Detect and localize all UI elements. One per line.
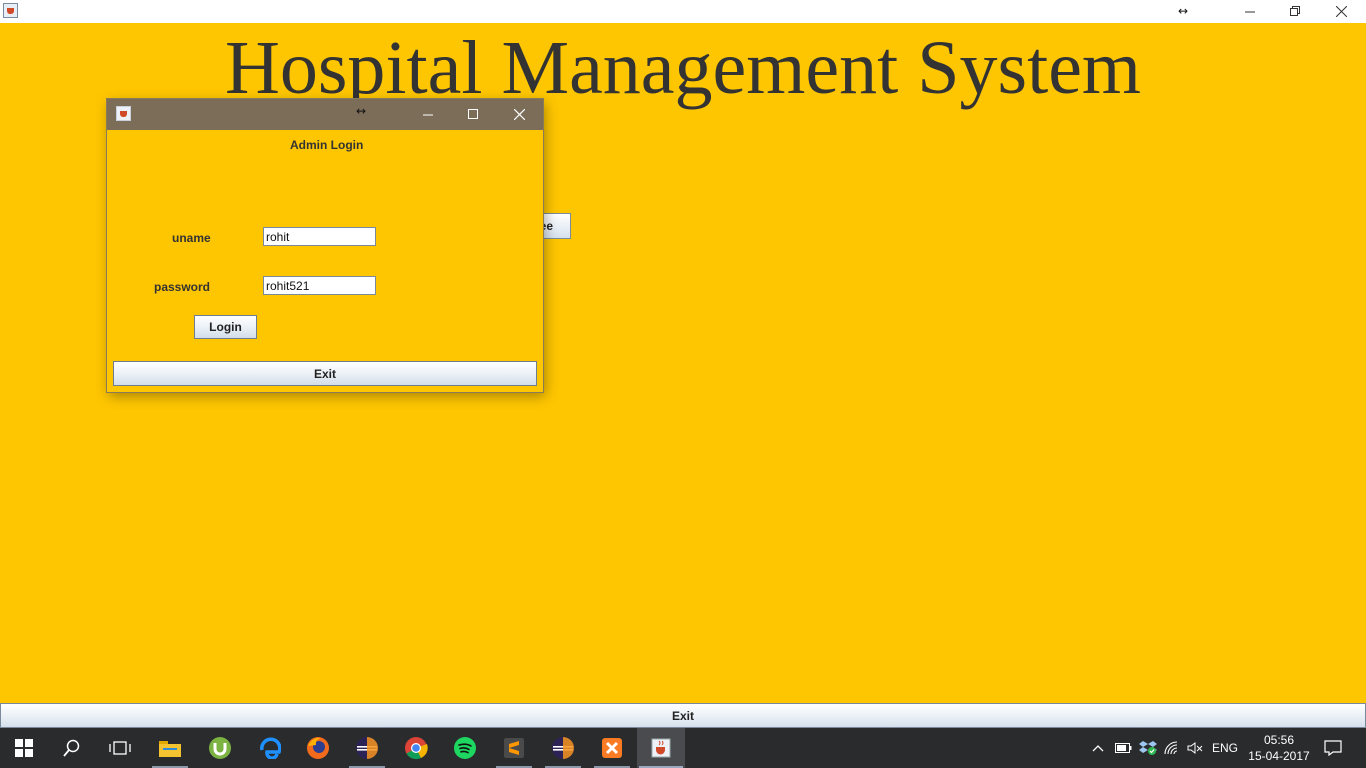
- start-button[interactable]: [0, 728, 48, 768]
- taskbar: ENG: [0, 728, 1366, 768]
- java-app-icon: [3, 3, 18, 18]
- volume-button[interactable]: [1186, 728, 1204, 768]
- dialog-close-button[interactable]: [496, 99, 542, 130]
- dialog-maximize-button[interactable]: [450, 99, 496, 130]
- clock[interactable]: 05:56 15-04-2017: [1243, 732, 1315, 764]
- sublime-text-icon: [504, 738, 524, 758]
- windows-icon: [15, 739, 33, 757]
- taskbar-xampp[interactable]: [588, 728, 636, 768]
- taskbar-firefox[interactable]: [294, 728, 342, 768]
- minimize-button[interactable]: [1227, 0, 1273, 23]
- resize-cursor-icon: ↔: [356, 104, 367, 118]
- taskbar-chrome[interactable]: [392, 728, 440, 768]
- maximize-icon: [467, 109, 478, 119]
- dialog-heading: Admin Login: [290, 138, 364, 152]
- wifi-icon: [1164, 741, 1178, 755]
- taskbar-utorrent[interactable]: [196, 728, 244, 768]
- language-indicator[interactable]: ENG: [1212, 728, 1238, 768]
- restore-icon: [1289, 6, 1300, 16]
- dialog-exit-button[interactable]: Exit: [113, 361, 537, 386]
- main-exit-button[interactable]: Exit: [0, 703, 1366, 728]
- uname-field[interactable]: [263, 227, 376, 246]
- task-view-button[interactable]: [96, 728, 144, 768]
- chevron-up-icon: [1092, 745, 1104, 752]
- app-heading: Hospital Management System: [224, 26, 1142, 110]
- battery-icon: [1114, 743, 1131, 753]
- spotify-icon: [454, 737, 476, 759]
- window-titlebar: ↔: [0, 0, 1366, 23]
- task-view-icon: [109, 741, 131, 755]
- xampp-icon: [602, 738, 622, 758]
- action-center-button[interactable]: [1318, 728, 1348, 768]
- password-label: password: [154, 280, 211, 294]
- minimize-icon: [1244, 11, 1255, 13]
- folder-icon: [159, 741, 181, 757]
- chrome-icon: [405, 737, 428, 760]
- minimize-icon: [422, 114, 433, 116]
- java-icon: [651, 738, 671, 758]
- login-button[interactable]: Login: [194, 315, 257, 339]
- edge-icon: [260, 737, 281, 759]
- notification-icon: [1324, 740, 1342, 756]
- network-button[interactable]: [1162, 728, 1182, 768]
- resize-cursor-icon: ↔: [1178, 4, 1189, 18]
- taskbar-edge[interactable]: [246, 728, 294, 768]
- taskbar-java[interactable]: [637, 728, 685, 768]
- close-icon: [1335, 6, 1347, 17]
- dialog-titlebar: ↔: [107, 99, 543, 130]
- taskbar-eclipse[interactable]: [343, 728, 391, 768]
- speaker-muted-icon: [1187, 742, 1203, 754]
- java-app-icon: [116, 106, 131, 121]
- dropbox-icon: [1139, 741, 1157, 755]
- battery-button[interactable]: [1114, 728, 1132, 768]
- taskbar-spotify[interactable]: [441, 728, 489, 768]
- close-icon: [513, 109, 525, 120]
- taskbar-eclipse-2[interactable]: [539, 728, 587, 768]
- search-icon: [63, 739, 80, 757]
- close-button[interactable]: [1318, 0, 1364, 23]
- uname-label: uname: [172, 231, 211, 245]
- search-button[interactable]: [48, 728, 96, 768]
- dropbox-button[interactable]: [1138, 728, 1158, 768]
- taskbar-file-explorer[interactable]: [146, 728, 194, 768]
- utorrent-icon: [209, 737, 231, 759]
- admin-login-dialog: ↔ Admin Login uname password Login Exit: [107, 99, 543, 392]
- firefox-icon: [307, 737, 329, 759]
- password-field[interactable]: [263, 276, 376, 295]
- taskbar-sublime-text[interactable]: [490, 728, 538, 768]
- clock-time: 05:56: [1263, 733, 1295, 747]
- show-hidden-icons-button[interactable]: [1090, 728, 1106, 768]
- dialog-minimize-button[interactable]: [405, 99, 451, 130]
- clock-date: 15-04-2017: [1248, 749, 1310, 763]
- restore-button[interactable]: [1272, 0, 1318, 23]
- eclipse-icon: [356, 737, 378, 759]
- eclipse-icon: [552, 737, 574, 759]
